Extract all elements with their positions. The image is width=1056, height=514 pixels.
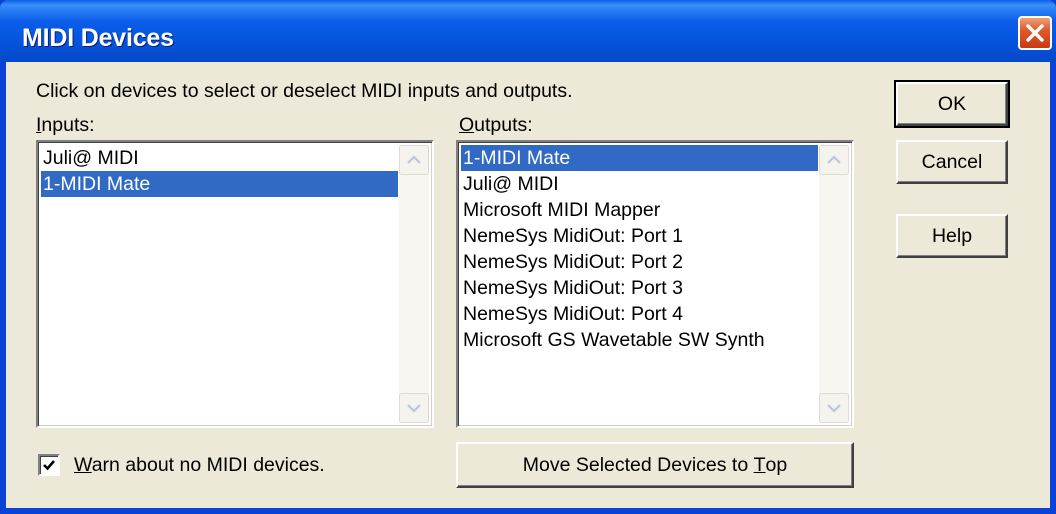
warn-label-accelerator: W xyxy=(74,454,92,476)
inputs-list-item[interactable]: Juli@ MIDI xyxy=(41,145,398,171)
window-title: MIDI Devices xyxy=(22,24,174,52)
checkmark-icon xyxy=(43,460,55,471)
inputs-label: Inputs: xyxy=(36,114,95,137)
chevron-up-icon xyxy=(827,155,841,164)
chevron-up-icon xyxy=(407,155,421,164)
outputs-list-items: 1-MIDI Mate Juli@ MIDI Microsoft MIDI Mapp… xyxy=(461,145,818,353)
inputs-label-text: nputs: xyxy=(41,114,95,136)
cancel-button-label: Cancel xyxy=(921,151,983,173)
outputs-list-item[interactable]: Microsoft GS Wavetable SW Synth xyxy=(461,327,818,353)
outputs-listbox[interactable]: 1-MIDI Mate Juli@ MIDI Microsoft MIDI Mapp… xyxy=(456,140,854,428)
close-icon xyxy=(1026,24,1044,42)
outputs-list-item[interactable]: Microsoft MIDI Mapper xyxy=(461,197,818,223)
title-bar[interactable]: MIDI Devices xyxy=(0,0,1056,62)
inputs-list-items: Juli@ MIDI 1-MIDI Mate xyxy=(41,145,398,197)
outputs-scrollbar[interactable] xyxy=(819,145,849,423)
inputs-scroll-down-button[interactable] xyxy=(399,393,429,423)
chevron-down-icon xyxy=(407,404,421,413)
outputs-list-item[interactable]: NemeSys MidiOut: Port 2 xyxy=(461,249,818,275)
move-button-label-start: Move Selected Devices to xyxy=(522,454,754,476)
move-button-accelerator: T xyxy=(753,454,766,476)
move-button-label: Move Selected Devices to Top xyxy=(523,444,787,486)
close-button[interactable] xyxy=(1018,16,1052,50)
outputs-list-item[interactable]: 1-MIDI Mate xyxy=(461,145,818,171)
warn-checkbox[interactable] xyxy=(38,454,60,476)
outputs-list-item[interactable]: NemeSys MidiOut: Port 1 xyxy=(461,223,818,249)
inputs-scrollbar[interactable] xyxy=(399,145,429,423)
midi-devices-dialog: MIDI Devices Click on devices to select … xyxy=(0,0,1056,514)
ok-button[interactable]: OK xyxy=(894,80,1010,128)
outputs-list-item[interactable]: NemeSys MidiOut: Port 3 xyxy=(461,275,818,301)
outputs-list-item[interactable]: NemeSys MidiOut: Port 4 xyxy=(461,301,818,327)
move-button-label-end: op xyxy=(765,454,788,476)
outputs-scroll-up-button[interactable] xyxy=(819,145,849,175)
inputs-listbox[interactable]: Juli@ MIDI 1-MIDI Mate xyxy=(36,140,434,428)
warn-checkbox-label[interactable]: Warn about no MIDI devices. xyxy=(74,454,325,477)
help-button-label: Help xyxy=(931,225,973,247)
warn-label-text: arn about no MIDI devices. xyxy=(91,454,325,476)
instructions-text: Click on devices to select or deselect M… xyxy=(36,80,573,102)
inputs-list-item[interactable]: 1-MIDI Mate xyxy=(41,171,398,197)
inputs-scroll-up-button[interactable] xyxy=(399,145,429,175)
outputs-scroll-down-button[interactable] xyxy=(819,393,849,423)
cancel-button[interactable]: Cancel xyxy=(896,140,1008,184)
chevron-down-icon xyxy=(827,404,841,413)
outputs-label: Outputs: xyxy=(459,114,533,137)
outputs-label-accelerator: O xyxy=(459,114,475,136)
help-button[interactable]: Help xyxy=(896,214,1008,258)
outputs-list-item[interactable]: Juli@ MIDI xyxy=(461,171,818,197)
move-selected-to-top-button[interactable]: Move Selected Devices to Top xyxy=(456,442,854,488)
ok-button-label: OK xyxy=(937,93,967,115)
outputs-label-text: utputs: xyxy=(474,114,533,136)
